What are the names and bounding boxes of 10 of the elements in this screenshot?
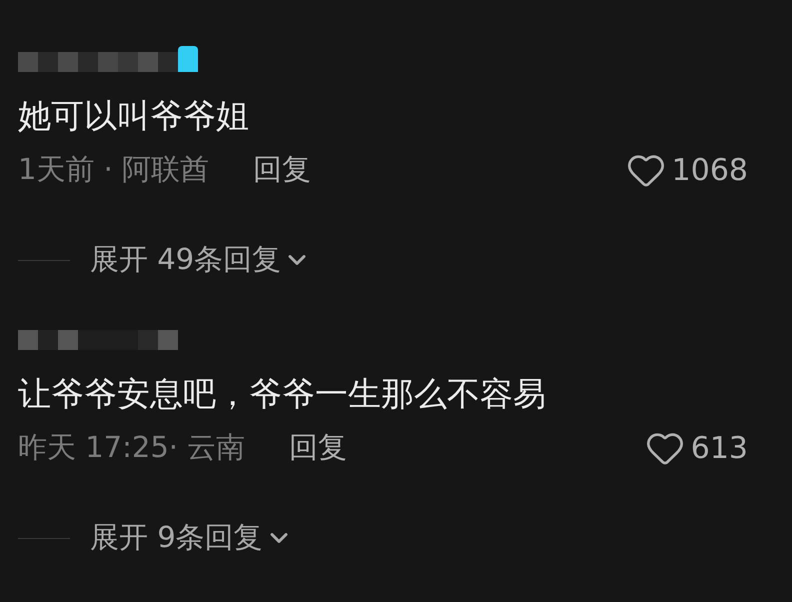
comment-text: 她可以叫爷爷姐 xyxy=(18,95,250,137)
comment-text: 让爷爷安息吧，爷爷一生那么不容易 xyxy=(18,373,547,415)
comment-meta: 1天前 · 阿联酋 xyxy=(18,151,210,188)
like-count: 613 xyxy=(690,430,748,468)
expand-replies-button[interactable]: 展开 49条回复 xyxy=(90,238,312,282)
comment-meta: 昨天 17:25· 云南 xyxy=(18,429,246,466)
expand-replies-button[interactable]: 展开 9条回复 xyxy=(90,516,293,560)
reply-button[interactable]: 回复 xyxy=(253,148,312,192)
reply-button[interactable]: 回复 xyxy=(289,426,348,470)
like-count: 1068 xyxy=(672,152,748,190)
